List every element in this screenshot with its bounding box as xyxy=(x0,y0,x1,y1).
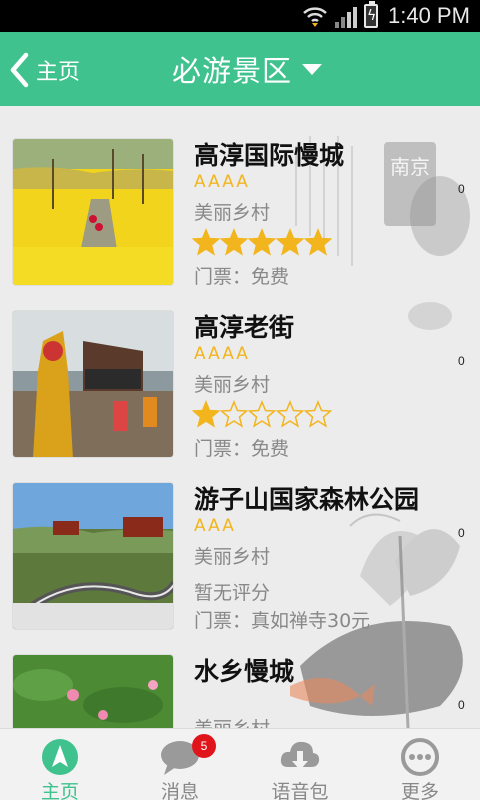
star-filled-icon xyxy=(192,400,220,428)
tab-label: 更多 xyxy=(400,781,439,800)
tab-label: 消息 xyxy=(160,781,199,800)
tab-home[interactable]: 主页 xyxy=(0,729,120,800)
wifi-icon xyxy=(303,7,327,27)
signal-icon xyxy=(335,7,357,28)
list-item[interactable]: 水乡慢城 美丽乡村 0 xyxy=(0,640,480,728)
scenic-thumbnail xyxy=(12,482,174,630)
item-count: 0 xyxy=(458,698,465,712)
ticket-price: 门票：免费 xyxy=(194,266,290,288)
scenic-grade: AAA xyxy=(194,516,236,536)
category-dropdown[interactable]: 必游景区 xyxy=(172,48,323,90)
scenic-category: 美丽乡村 xyxy=(194,374,271,396)
bottom-tab-bar: 主页 消息 5 语音包 更多 xyxy=(0,728,480,800)
scenic-thumbnail xyxy=(12,654,174,728)
more-icon xyxy=(401,738,439,776)
scenic-category: 美丽乡村 xyxy=(194,714,270,728)
list-item[interactable]: 高淳国际慢城 AAAA 美丽乡村 门票：免费 0 xyxy=(0,124,480,296)
list-item[interactable]: 游子山国家森林公园 AAA 美丽乡村 暂无评分 门票：真如禅寺30元 0 xyxy=(0,468,480,640)
scenic-thumbnail xyxy=(12,310,174,458)
item-count: 0 xyxy=(458,526,465,540)
scenic-name: 水乡慢城 xyxy=(194,657,295,686)
star-filled-icon xyxy=(192,228,220,256)
tab-more[interactable]: 更多 xyxy=(360,729,480,800)
star-empty-icon xyxy=(220,400,248,428)
scenic-name: 游子山国家森林公园 xyxy=(194,485,420,514)
caret-down-icon xyxy=(302,63,323,75)
item-count: 0 xyxy=(458,182,465,196)
scenic-spot-list[interactable]: 南京 高淳国际慢城 AAAA 美丽乡村 门票：免费 0 高淳老街 AAAA 美丽… xyxy=(0,106,480,728)
star-empty-icon xyxy=(304,400,332,428)
star-filled-icon xyxy=(304,228,332,256)
battery-icon: ϟ xyxy=(364,1,378,28)
star-empty-icon xyxy=(276,400,304,428)
ticket-price: 门票：真如禅寺30元 xyxy=(194,610,371,632)
compass-icon xyxy=(42,739,78,775)
title-bar: 主页 必游景区 xyxy=(0,32,480,106)
no-rating-text: 暂无评分 xyxy=(194,582,271,604)
tab-label: 主页 xyxy=(40,781,79,800)
star-rating xyxy=(192,400,332,428)
chevron-left-icon xyxy=(10,52,29,88)
status-bar: ϟ 1:40 PM xyxy=(0,0,480,32)
scenic-thumbnail xyxy=(12,138,174,286)
scenic-category: 美丽乡村 xyxy=(194,202,271,224)
star-filled-icon xyxy=(248,228,276,256)
status-time: 1:40 PM xyxy=(388,3,470,28)
star-filled-icon xyxy=(276,228,304,256)
tab-label: 语音包 xyxy=(271,781,329,800)
ticket-price: 门票：免费 xyxy=(194,438,290,460)
message-badge: 5 xyxy=(192,734,216,758)
scenic-grade: AAAA xyxy=(194,344,250,364)
back-label: 主页 xyxy=(36,60,81,85)
page-title: 必游景区 xyxy=(172,54,293,88)
tab-voice-pack[interactable]: 语音包 xyxy=(240,729,360,800)
star-empty-icon xyxy=(248,400,276,428)
download-cloud-icon xyxy=(280,741,320,770)
list-item[interactable]: 高淳老街 AAAA 美丽乡村 门票：免费 0 xyxy=(0,296,480,468)
scenic-category: 美丽乡村 xyxy=(194,546,271,568)
tab-messages[interactable]: 消息 xyxy=(120,729,240,800)
star-filled-icon xyxy=(220,228,248,256)
scenic-name: 高淳老街 xyxy=(194,313,295,342)
scenic-grade: AAAA xyxy=(194,172,250,192)
scenic-name: 高淳国际慢城 xyxy=(194,141,345,170)
star-rating xyxy=(192,228,332,256)
back-button[interactable]: 主页 xyxy=(8,50,80,90)
item-count: 0 xyxy=(458,354,465,368)
